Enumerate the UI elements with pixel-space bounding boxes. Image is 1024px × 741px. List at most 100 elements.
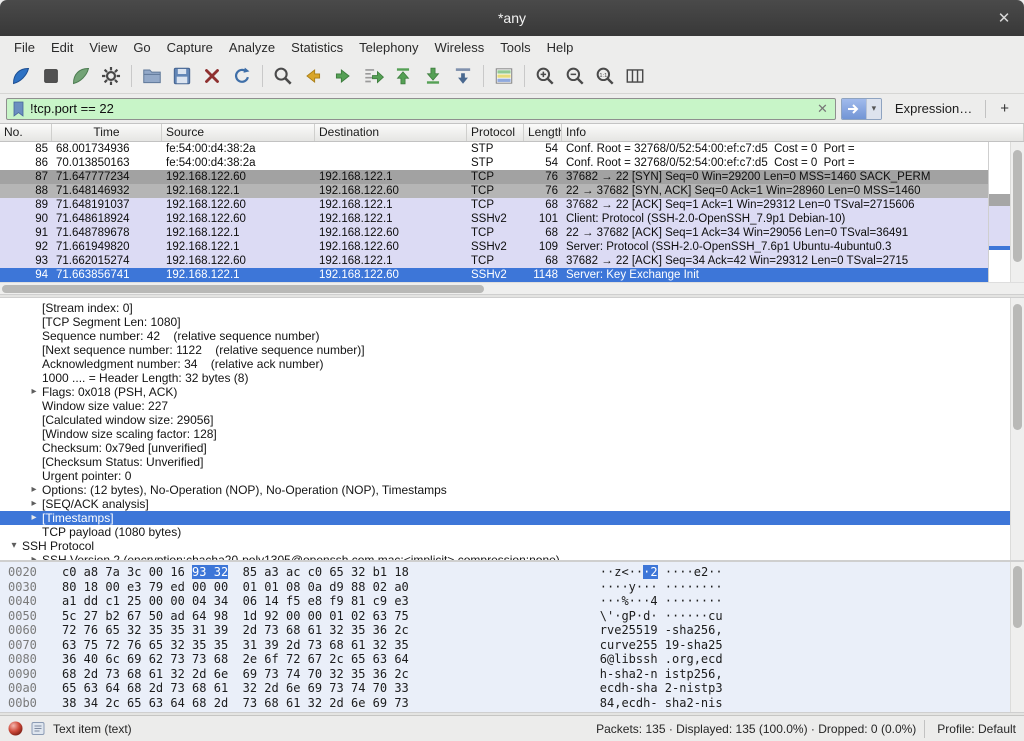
expand-icon[interactable]: ▸ <box>26 553 42 560</box>
expand-icon[interactable]: ▸ <box>26 483 42 497</box>
packet-row-93[interactable]: 9371.662015274192.168.122.60192.168.122.… <box>0 254 988 268</box>
column-header-info[interactable]: Info <box>562 124 1024 141</box>
display-filter-field[interactable]: ✕ <box>6 98 836 120</box>
zoom-original-button[interactable]: 1:1 <box>590 62 620 90</box>
close-window-button[interactable]: ✕ <box>994 8 1014 28</box>
colorize-packets-button[interactable] <box>489 62 519 90</box>
detail-line[interactable]: Urgent pointer: 0 <box>0 469 1010 483</box>
menu-tools[interactable]: Tools <box>492 37 538 58</box>
save-file-button[interactable] <box>167 62 197 90</box>
menu-file[interactable]: File <box>6 37 43 58</box>
column-header-length[interactable]: Length <box>524 124 562 141</box>
auto-scroll-button[interactable] <box>448 62 478 90</box>
packet-list-scrollbar[interactable] <box>1010 142 1024 282</box>
menu-help[interactable]: Help <box>539 37 582 58</box>
reload-file-button[interactable] <box>227 62 257 90</box>
hex-row-0050[interactable]: 00505c 27 b2 67 50 ad 64 98 1d 92 00 00 … <box>8 609 1010 624</box>
packet-row-85[interactable]: 8568.001734936fe:54:00:d4:38:2aSTP54Conf… <box>0 142 988 156</box>
filter-clear-icon[interactable]: ✕ <box>815 101 830 117</box>
hex-row-0090[interactable]: 009068 2d 73 68 61 32 2d 6e 69 73 74 70 … <box>8 667 1010 682</box>
hex-row-0020[interactable]: 0020c0 a8 7a 3c 00 16 93 32 85 a3 ac c0 … <box>8 565 1010 580</box>
detail-line[interactable]: ▸Options: (12 bytes), No-Operation (NOP)… <box>0 483 1010 497</box>
menu-statistics[interactable]: Statistics <box>283 37 351 58</box>
column-header-time[interactable]: Time <box>52 124 162 141</box>
packet-row-86[interactable]: 8670.013850163fe:54:00:d4:38:2aSTP54Conf… <box>0 156 988 170</box>
column-header-source[interactable]: Source <box>162 124 315 141</box>
detail-line[interactable]: [Window size scaling factor: 128] <box>0 427 1010 441</box>
column-header-no[interactable]: No. <box>0 124 52 141</box>
scrollbar-thumb[interactable] <box>1013 304 1022 430</box>
expression-button[interactable]: Expression… <box>887 101 980 116</box>
find-packet-button[interactable] <box>268 62 298 90</box>
go-first-button[interactable] <box>388 62 418 90</box>
detail-line[interactable]: ▸SSH Version 2 (encryption:chacha20-poly… <box>0 553 1010 560</box>
detail-line[interactable]: 1000 .... = Header Length: 32 bytes (8) <box>0 371 1010 385</box>
detail-line[interactable]: [Next sequence number: 1122 (relative se… <box>0 343 1010 357</box>
capture-options-button[interactable] <box>96 62 126 90</box>
detail-line[interactable]: [Calculated window size: 29056] <box>0 413 1010 427</box>
expand-icon[interactable]: ▸ <box>26 511 42 525</box>
detail-line[interactable]: ▸Flags: 0x018 (PSH, ACK) <box>0 385 1010 399</box>
detail-line[interactable]: Acknowledgment number: 34 (relative ack … <box>0 357 1010 371</box>
expand-icon[interactable]: ▸ <box>26 497 42 511</box>
filter-apply-button[interactable] <box>842 98 866 120</box>
hex-row-0060[interactable]: 006072 76 65 32 35 35 31 39 2d 73 68 61 … <box>8 623 1010 638</box>
hex-row-0080[interactable]: 008036 40 6c 69 62 73 73 68 2e 6f 72 67 … <box>8 652 1010 667</box>
menu-capture[interactable]: Capture <box>159 37 221 58</box>
scrollbar-thumb[interactable] <box>1013 566 1022 628</box>
packet-row-94[interactable]: 9471.663856741192.168.122.1192.168.122.6… <box>0 268 988 282</box>
close-file-button[interactable] <box>197 62 227 90</box>
menu-wireless[interactable]: Wireless <box>426 37 492 58</box>
filter-history-dropdown[interactable]: ▾ <box>866 98 881 120</box>
hex-row-00a0[interactable]: 00a065 63 64 68 2d 73 68 61 32 2d 6e 69 … <box>8 681 1010 696</box>
title-bar[interactable]: *any ✕ <box>0 0 1024 36</box>
packet-row-91[interactable]: 9171.648789678192.168.122.1192.168.122.6… <box>0 226 988 240</box>
packet-row-89[interactable]: 8971.648191037192.168.122.60192.168.122.… <box>0 198 988 212</box>
go-last-button[interactable] <box>418 62 448 90</box>
menu-telephony[interactable]: Telephony <box>351 37 426 58</box>
menu-go[interactable]: Go <box>125 37 158 58</box>
zoom-out-button[interactable] <box>560 62 590 90</box>
detail-line[interactable]: TCP payload (1080 bytes) <box>0 525 1010 539</box>
packet-list-minimap[interactable] <box>988 142 1010 282</box>
start-capture-button[interactable] <box>6 62 36 90</box>
stop-capture-button[interactable] <box>36 62 66 90</box>
zoom-in-button[interactable] <box>530 62 560 90</box>
restart-capture-button[interactable] <box>66 62 96 90</box>
go-back-button[interactable] <box>298 62 328 90</box>
packet-row-87[interactable]: 8771.647777234192.168.122.60192.168.122.… <box>0 170 988 184</box>
column-header-destination[interactable]: Destination <box>315 124 467 141</box>
collapse-icon[interactable]: ▾ <box>6 539 22 553</box>
hex-row-0070[interactable]: 007063 75 72 76 65 32 35 35 31 39 2d 73 … <box>8 638 1010 653</box>
column-header-protocol[interactable]: Protocol <box>467 124 524 141</box>
go-forward-button[interactable] <box>328 62 358 90</box>
detail-line[interactable]: Checksum: 0x79ed [unverified] <box>0 441 1010 455</box>
status-profile[interactable]: Profile: Default <box>933 722 1016 736</box>
detail-line[interactable]: [Stream index: 0] <box>0 301 1010 315</box>
hex-row-0040[interactable]: 0040a1 dd c1 25 00 00 04 34 06 14 f5 e8 … <box>8 594 1010 609</box>
add-filter-button[interactable]: + <box>991 100 1018 117</box>
hex-row-00b0[interactable]: 00b038 34 2c 65 63 64 68 2d 73 68 61 32 … <box>8 696 1010 711</box>
detail-line[interactable]: [Checksum Status: Unverified] <box>0 455 1010 469</box>
details-scrollbar[interactable] <box>1010 298 1024 560</box>
capture-comment-icon[interactable] <box>31 721 45 736</box>
detail-line[interactable]: ▸[Timestamps] <box>0 511 1010 525</box>
detail-line[interactable]: Sequence number: 42 (relative sequence n… <box>0 329 1010 343</box>
resize-columns-button[interactable] <box>620 62 650 90</box>
bytes-scrollbar[interactable] <box>1010 562 1024 712</box>
menu-edit[interactable]: Edit <box>43 37 81 58</box>
expert-info-icon[interactable] <box>8 721 23 736</box>
detail-line[interactable]: [TCP Segment Len: 1080] <box>0 315 1010 329</box>
open-file-button[interactable] <box>137 62 167 90</box>
filter-bookmark-icon[interactable] <box>12 101 25 117</box>
scrollbar-thumb[interactable] <box>2 285 484 293</box>
hex-row-0030[interactable]: 003080 18 00 e3 79 ed 00 00 01 01 08 0a … <box>8 580 1010 595</box>
packet-row-90[interactable]: 9071.648618924192.168.122.60192.168.122.… <box>0 212 988 226</box>
expand-icon[interactable]: ▸ <box>26 385 42 399</box>
scrollbar-thumb[interactable] <box>1013 150 1022 262</box>
packet-row-92[interactable]: 9271.661949820192.168.122.1192.168.122.6… <box>0 240 988 254</box>
menu-analyze[interactable]: Analyze <box>221 37 283 58</box>
display-filter-input[interactable] <box>30 101 810 116</box>
detail-line[interactable]: ▸[SEQ/ACK analysis] <box>0 497 1010 511</box>
detail-line[interactable]: ▾SSH Protocol <box>0 539 1010 553</box>
